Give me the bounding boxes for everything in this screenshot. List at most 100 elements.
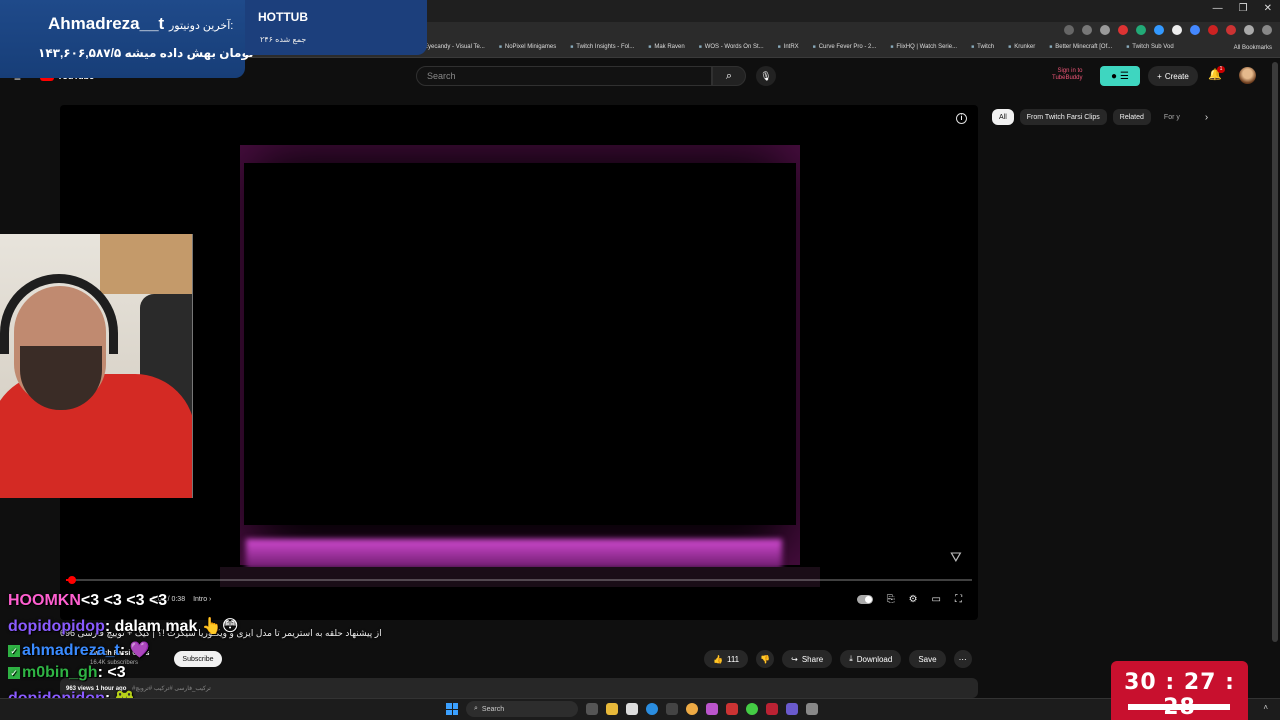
store-icon[interactable] <box>626 703 638 715</box>
bookmark[interactable]: Twitch Sub Vod <box>1126 44 1173 50</box>
edge-icon[interactable] <box>646 703 658 715</box>
extension-icons <box>1064 25 1272 35</box>
page-scrollbar[interactable] <box>1272 62 1278 642</box>
chip-for-you[interactable]: For y <box>1157 109 1187 125</box>
task-view-icon[interactable] <box>586 703 598 715</box>
app-icon[interactable] <box>706 703 718 715</box>
chat-message: ✓ m0bin_gh: <3 <box>8 664 126 682</box>
extension-icon[interactable] <box>1226 25 1236 35</box>
maximize-icon[interactable]: ❐ <box>1239 3 1248 14</box>
video-desk <box>220 567 820 587</box>
chat-text: 💜 <box>129 642 150 659</box>
bookmark[interactable]: IntRX <box>778 44 799 50</box>
chip-from-channel[interactable]: From Twitch Farsi Clips <box>1019 109 1107 125</box>
bookmark[interactable]: FlixHQ | Watch Serie... <box>890 44 957 50</box>
search-input[interactable]: Search <box>416 66 712 86</box>
settings-gear-icon[interactable]: ⚙ <box>909 594 918 605</box>
chat-message: dopidopidop: dalam mak 👆😳 <box>8 618 239 635</box>
like-button[interactable]: 👍 111 <box>704 650 749 668</box>
scrubber-handle[interactable] <box>68 576 77 584</box>
window-controls: — ❐ ✕ <box>1213 3 1272 14</box>
search-button[interactable]: ⌕ <box>712 66 746 86</box>
hottub-title: HOTTUB <box>258 10 308 24</box>
tubebuddy-signin[interactable]: Sign in to TubeBuddy <box>1052 68 1082 82</box>
captions-icon[interactable]: ⎘ <box>887 594 895 605</box>
bookmark[interactable]: Curve Fever Pro - 2... <box>813 44 877 50</box>
channel-watermark-icon[interactable]: ⛛ <box>950 549 962 566</box>
chat-message: ✓ ahmadreza_t: 💜 <box>8 640 150 660</box>
chat-message: HOOMKN<3 <3 <3 <3 <box>8 592 167 610</box>
zoom-icon[interactable] <box>1082 25 1092 35</box>
windows-start-icon[interactable] <box>446 703 458 715</box>
taskbar-search[interactable]: ⌕ Search <box>466 701 578 717</box>
file-explorer-icon[interactable] <box>606 703 618 715</box>
bookmark[interactable]: Mak Raven <box>648 44 684 50</box>
video-player[interactable]: i ⛛ 0:03 / 0:38 Intro › ⎘ ⚙ ▭ ⛶ <box>60 105 978 620</box>
dislike-button[interactable]: 👎 <box>756 650 775 668</box>
app-icon[interactable] <box>726 703 738 715</box>
hottub-subtitle: ۲۴۶ جمع شده <box>260 35 307 44</box>
star-icon[interactable] <box>1100 25 1110 35</box>
chat-text: <3 <box>107 664 126 681</box>
save-button[interactable]: Save <box>909 650 946 668</box>
bookmark[interactable]: Eyecandy - Visual Te... <box>418 44 485 50</box>
app-icon[interactable] <box>746 703 758 715</box>
donor-line: Ahmadreza__t آخرین دونیتور: <box>48 14 233 34</box>
donor-name: Ahmadreza__t <box>48 14 165 33</box>
extension-blue-icon[interactable] <box>1154 25 1164 35</box>
extension-logo-icon: ● <box>1110 70 1118 82</box>
search-icon: ⌕ <box>474 705 478 712</box>
bookmark[interactable]: Twitch Insights - Fol... <box>570 44 634 50</box>
extension-icon[interactable] <box>1190 25 1200 35</box>
chat-username: m0bin_gh <box>22 664 98 681</box>
progress-bar[interactable] <box>66 576 972 584</box>
chevron-right-icon[interactable]: › <box>1205 112 1208 123</box>
discord-icon[interactable] <box>786 703 798 715</box>
system-tray-chevron-icon[interactable]: ˄ <box>1263 703 1268 712</box>
chrome-icon[interactable] <box>686 703 698 715</box>
tiktok-icon[interactable] <box>1172 25 1182 35</box>
extension-icon[interactable] <box>1208 25 1218 35</box>
verified-badge-icon: ✓ <box>8 666 20 679</box>
extension-green-icon[interactable] <box>1136 25 1146 35</box>
bookmarks-list: Eyecandy - Visual Te... NoPixel Minigame… <box>418 44 1174 50</box>
close-icon[interactable]: ✕ <box>1264 3 1272 14</box>
video-glow-frame <box>240 145 800 565</box>
bookmark[interactable]: Krunker <box>1008 44 1035 50</box>
chapter-label: Intro <box>193 596 208 603</box>
extension-button[interactable]: ● ☰ <box>1100 66 1140 86</box>
create-button[interactable]: + Create <box>1148 66 1198 86</box>
fullscreen-icon[interactable]: ⛶ <box>955 594 962 605</box>
webcam-shelf <box>100 234 192 294</box>
share-button[interactable]: ↪ Share <box>782 650 833 668</box>
miniplayer-icon[interactable]: ▭ <box>932 594 941 605</box>
bookmark[interactable]: WOS - Words On St... <box>699 44 764 50</box>
subscribe-button[interactable]: Subscribe <box>174 651 222 667</box>
all-bookmarks[interactable]: All Bookmarks <box>1234 45 1272 51</box>
download-button[interactable]: ⤓ Download <box>840 650 902 668</box>
cast-icon[interactable] <box>1064 25 1074 35</box>
autoplay-toggle[interactable] <box>856 595 873 604</box>
like-count: 111 <box>726 654 740 664</box>
voice-search-button[interactable]: 🎙 <box>756 66 776 86</box>
minimize-icon[interactable]: — <box>1213 3 1223 14</box>
extension-red-icon[interactable] <box>1118 25 1128 35</box>
info-icon[interactable]: i <box>956 113 967 124</box>
puzzle-icon[interactable] <box>1244 25 1254 35</box>
avatar[interactable] <box>1239 67 1256 84</box>
chip-all[interactable]: All <box>992 109 1014 125</box>
chapter-button[interactable]: Intro › <box>193 596 211 603</box>
hashtags[interactable]: #ترکیب_فارسی #ترکیب #تروبچ <box>132 686 211 692</box>
microphone-icon: 🎙 <box>760 70 772 81</box>
more-actions-icon[interactable]: ⋯ <box>953 650 972 668</box>
share-icon: ↪ <box>791 654 798 664</box>
app-icon[interactable] <box>766 703 778 715</box>
app-icon[interactable] <box>806 703 818 715</box>
chip-related[interactable]: Related <box>1112 109 1151 125</box>
chat-username: ahmadreza_t <box>22 642 120 659</box>
bookmark[interactable]: Better Minecraft [Of... <box>1049 44 1112 50</box>
app-icon[interactable] <box>666 703 678 715</box>
bookmark[interactable]: NoPixel Minigames <box>499 44 556 50</box>
menu-icon[interactable] <box>1262 25 1272 35</box>
bookmark[interactable]: Twitch <box>971 44 994 50</box>
